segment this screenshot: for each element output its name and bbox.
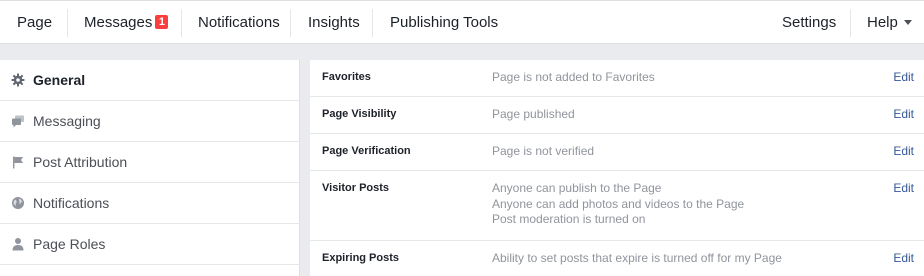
settings-row-favorites: Favorites Page is not added to Favorites… [310, 60, 924, 97]
sidebar-item-label: General [33, 72, 86, 88]
sidebar-item-page-roles[interactable]: Page Roles [0, 224, 300, 265]
sidebar-item-messaging[interactable]: Messaging [0, 101, 300, 142]
nav-divider [67, 9, 68, 37]
edit-favorites-link[interactable]: Edit [893, 70, 914, 84]
sidebar-item-post-attribution[interactable]: Post Attribution [0, 142, 300, 183]
setting-value: Page is not verified [492, 144, 594, 160]
setting-name: Expiring Posts [322, 252, 400, 264]
nav-divider [372, 9, 373, 37]
nav-divider [181, 9, 182, 37]
chevron-down-icon [903, 20, 912, 25]
edit-visitor-posts-link[interactable]: Edit [893, 181, 914, 195]
nav-settings-link[interactable]: Settings [782, 1, 836, 44]
nav-tab-label: Publishing Tools [390, 14, 499, 31]
nav-tab-page[interactable]: Page [17, 1, 52, 44]
settings-row-page-visibility: Page Visibility Page published Edit [310, 97, 924, 134]
setting-value-line: Ability to set posts that expire is turn… [492, 251, 782, 265]
flag-icon [13, 156, 23, 169]
nav-tab-messages[interactable]: Messages 1 [84, 1, 169, 44]
edit-expiring-posts-link[interactable]: Edit [893, 251, 914, 265]
chat-bubbles-icon [12, 115, 24, 128]
nav-tab-label: Help [867, 14, 898, 31]
general-settings-table: Favorites Page is not added to Favorites… [310, 60, 924, 276]
sidebar-item-label: Notifications [33, 195, 110, 211]
setting-value-line: Anyone can publish to the Page [492, 181, 662, 195]
nav-tab-label: Page [17, 14, 53, 31]
settings-row-visitor-posts: Visitor Posts Anyone can publish to the … [310, 171, 924, 241]
setting-name: Favorites [322, 71, 371, 83]
nav-tab-label: Insights [308, 14, 360, 31]
nav-tab-insights[interactable]: Insights [308, 1, 360, 44]
settings-sidebar: General Messaging Post Attribution Notif… [0, 60, 300, 276]
nav-tab-label: Messages [84, 14, 153, 31]
sidebar-item-general[interactable]: General [0, 60, 300, 101]
setting-value-line: Page is not added to Favorites [492, 70, 655, 84]
sidebar-item-label: Post Attribution [33, 154, 128, 170]
sidebar-item-notifications[interactable]: Notifications [0, 183, 300, 224]
edit-page-verification-link[interactable]: Edit [893, 144, 914, 158]
sidebar-item-label: Messaging [33, 113, 101, 129]
setting-value-line: Anyone can add photos and videos to the … [492, 196, 745, 211]
settings-row-expiring-posts: Expiring Posts Ability to set posts that… [310, 241, 924, 276]
nav-tab-label: Notifications [198, 14, 280, 31]
person-icon [12, 238, 24, 251]
setting-value: Anyone can publish to the Page Anyone ca… [492, 181, 744, 228]
globe-icon [12, 197, 24, 209]
nav-tab-label: Settings [782, 14, 837, 31]
sidebar-item-label: Page Roles [33, 236, 106, 252]
setting-value-line: Post moderation is turned on [492, 212, 646, 226]
setting-value: Page published [492, 107, 575, 123]
setting-name: Visitor Posts [322, 182, 390, 194]
nav-help-menu[interactable]: Help [867, 1, 912, 44]
nav-divider [850, 9, 851, 37]
setting-value-line: Page is not verified [492, 144, 595, 158]
gear-icon [11, 73, 25, 87]
setting-name: Page Verification [322, 145, 411, 157]
setting-value-line: Page published [492, 107, 575, 121]
nav-divider [290, 9, 291, 37]
edit-page-visibility-link[interactable]: Edit [893, 107, 914, 121]
unread-count-badge: 1 [155, 15, 169, 29]
setting-name: Page Visibility [322, 108, 397, 120]
settings-row-page-verification: Page Verification Page is not verified E… [310, 134, 924, 171]
page-top-nav: Page Messages 1 Notifications Insights Pu… [0, 0, 924, 44]
nav-tab-publishing-tools[interactable]: Publishing Tools [390, 1, 498, 44]
setting-value: Ability to set posts that expire is turn… [492, 251, 782, 267]
nav-tab-notifications[interactable]: Notifications [198, 1, 280, 44]
setting-value: Page is not added to Favorites [492, 70, 655, 86]
